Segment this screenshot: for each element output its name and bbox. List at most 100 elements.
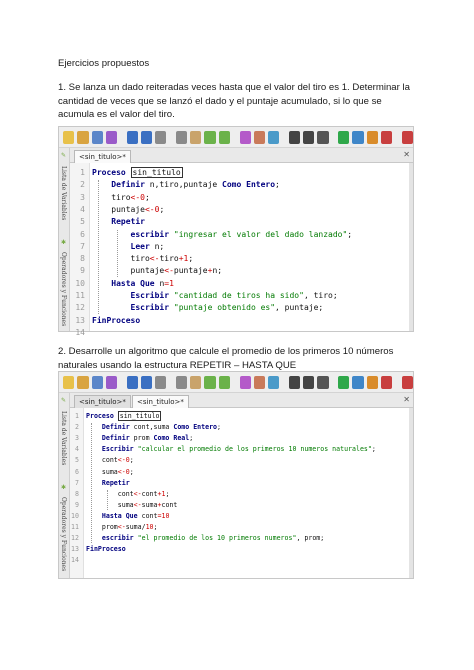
code-line[interactable]: Leer n;	[92, 241, 165, 253]
variables-panel-label[interactable]: Lista de Variables	[60, 166, 67, 220]
find-icon[interactable]	[288, 130, 301, 144]
code-text: cont	[141, 489, 158, 498]
code-line[interactable]: Repetir	[92, 216, 145, 228]
comment-icon[interactable]	[239, 130, 251, 144]
string-token: "puntaje obtenido es"	[173, 303, 276, 313]
code-line[interactable]: suma<-suma+cont	[86, 500, 178, 511]
copy-icon[interactable]	[175, 375, 188, 389]
operators-icon[interactable]: ✱	[61, 485, 68, 491]
code-line[interactable]: cont<-cont+1;	[86, 489, 170, 500]
move-down-icon[interactable]	[218, 130, 231, 144]
replace-icon[interactable]	[317, 375, 329, 389]
code-line[interactable]: Escribir "calcular el promedio de los pr…	[86, 444, 376, 455]
code-line[interactable]: Escribir "cantidad de tiros ha sido", ti…	[92, 290, 338, 302]
code-line[interactable]: FinProceso	[92, 315, 140, 327]
code-line[interactable]: escribir "el promedio de los 10 primeros…	[86, 533, 324, 544]
code-text: cont,suma	[129, 423, 174, 432]
step-icon[interactable]	[352, 375, 364, 389]
code-line[interactable]: FinProceso	[86, 544, 126, 555]
scrollbar[interactable]	[409, 408, 413, 578]
code-text: , prom;	[296, 534, 325, 543]
code-line[interactable]: Proceso sin_titulo	[86, 411, 162, 422]
close-tab-icon[interactable]: ✕	[403, 395, 410, 404]
scrollbar[interactable]	[409, 163, 413, 331]
variables-icon[interactable]: ✎	[61, 153, 68, 159]
page-heading: Ejercicios propuestos	[58, 58, 150, 69]
undo-icon[interactable]	[126, 375, 138, 389]
find-next-icon[interactable]	[303, 375, 315, 389]
code-line[interactable]: puntaje<-puntaje+n;	[92, 265, 223, 277]
run-icon[interactable]	[338, 375, 350, 389]
code-line[interactable]: Definir n,tiro,puntaje Como Entero;	[92, 179, 280, 191]
debug-icon[interactable]	[366, 375, 378, 389]
code-line[interactable]: Repetir	[86, 478, 130, 489]
code-line[interactable]: Hasta Que n=1	[92, 278, 174, 290]
flowchart-icon[interactable]	[380, 130, 393, 144]
comment-icon[interactable]	[239, 375, 251, 389]
move-up-icon[interactable]	[204, 375, 216, 389]
new-icon[interactable]	[63, 130, 75, 144]
line-number: 3	[80, 192, 85, 202]
find-next-icon[interactable]	[303, 130, 315, 144]
copy-icon[interactable]	[175, 130, 188, 144]
code-line[interactable]: Proceso sin_titulo	[92, 167, 183, 179]
move-up-icon[interactable]	[204, 130, 216, 144]
code-editor[interactable]: 1 2 3 4 5 6 7 8 9 10 11 12 13 14 Proceso sin_titulo D…	[70, 163, 413, 337]
open-icon[interactable]	[77, 375, 89, 389]
code-line[interactable]: Definir prom Como Real;	[86, 433, 193, 444]
code-line[interactable]: Definir cont,suma Como Entero;	[86, 422, 221, 433]
uncomment-icon[interactable]	[253, 130, 266, 144]
save-as-icon[interactable]	[105, 375, 118, 389]
operator-token: <-	[117, 523, 126, 531]
code-line[interactable]: tiro<-tiro+1;	[92, 253, 194, 265]
code-line[interactable]: escribir "ingresar el valor del dado lan…	[92, 229, 353, 241]
help-icon[interactable]	[401, 375, 413, 389]
operators-panel-label[interactable]: Operadores y Funciones	[60, 252, 67, 326]
move-down-icon[interactable]	[218, 375, 231, 389]
save-icon[interactable]	[91, 375, 103, 389]
file-tab[interactable]: <sin_titulo>*	[132, 395, 189, 408]
save-icon[interactable]	[91, 130, 103, 144]
debug-icon[interactable]	[366, 130, 378, 144]
undo-icon[interactable]	[126, 130, 138, 144]
code-editor[interactable]: 1 2 3 4 5 6 7 8 9 10 11 12 13 14 Proceso sin_titulo D…	[70, 408, 413, 578]
code-line[interactable]: prom<-suma/10;	[86, 522, 158, 533]
open-icon[interactable]	[77, 130, 89, 144]
line-number: 12	[71, 534, 79, 543]
flowchart-icon[interactable]	[380, 375, 393, 389]
code-line[interactable]: suma<-0;	[86, 467, 134, 478]
cut-icon[interactable]	[155, 130, 167, 144]
keyword-token: Proceso	[92, 168, 126, 177]
code-line[interactable]: Escribir "puntaje obtenido es", puntaje;	[92, 302, 324, 314]
step-icon[interactable]	[352, 130, 364, 144]
operators-icon[interactable]: ✱	[61, 240, 68, 246]
code-line[interactable]: cont<-0;	[86, 455, 134, 466]
line-number-gutter: 1 2 3 4 5 6 7 8 9 10 11 12 13 14	[70, 408, 84, 578]
indent-icon[interactable]	[268, 130, 280, 144]
keyword-token: Hasta Que	[101, 511, 138, 520]
variables-icon[interactable]: ✎	[61, 398, 68, 404]
redo-icon[interactable]	[140, 130, 153, 144]
operators-panel-label[interactable]: Operadores y Funciones	[60, 497, 67, 571]
indent-icon[interactable]	[268, 375, 280, 389]
help-icon[interactable]	[401, 130, 413, 144]
uncomment-icon[interactable]	[253, 375, 266, 389]
cut-icon[interactable]	[155, 375, 167, 389]
redo-icon[interactable]	[140, 375, 153, 389]
run-icon[interactable]	[338, 130, 350, 144]
close-tab-icon[interactable]: ✕	[403, 150, 410, 159]
code-line[interactable]: puntaje<-0;	[92, 204, 164, 216]
operator-token: <-	[149, 254, 160, 264]
file-tab[interactable]: <sin_titulo>*	[74, 150, 131, 163]
find-icon[interactable]	[288, 375, 301, 389]
variables-panel-label[interactable]: Lista de Variables	[60, 411, 67, 465]
paste-icon[interactable]	[190, 130, 202, 144]
new-icon[interactable]	[63, 375, 75, 389]
save-as-icon[interactable]	[105, 130, 118, 144]
file-tab[interactable]: <sin_titulo>*	[74, 395, 131, 408]
replace-icon[interactable]	[317, 130, 329, 144]
paste-icon[interactable]	[190, 375, 202, 389]
code-line[interactable]: Hasta Que cont=10	[86, 511, 170, 522]
code-text: suma	[86, 500, 134, 509]
code-line[interactable]: tiro<-0;	[92, 192, 150, 204]
